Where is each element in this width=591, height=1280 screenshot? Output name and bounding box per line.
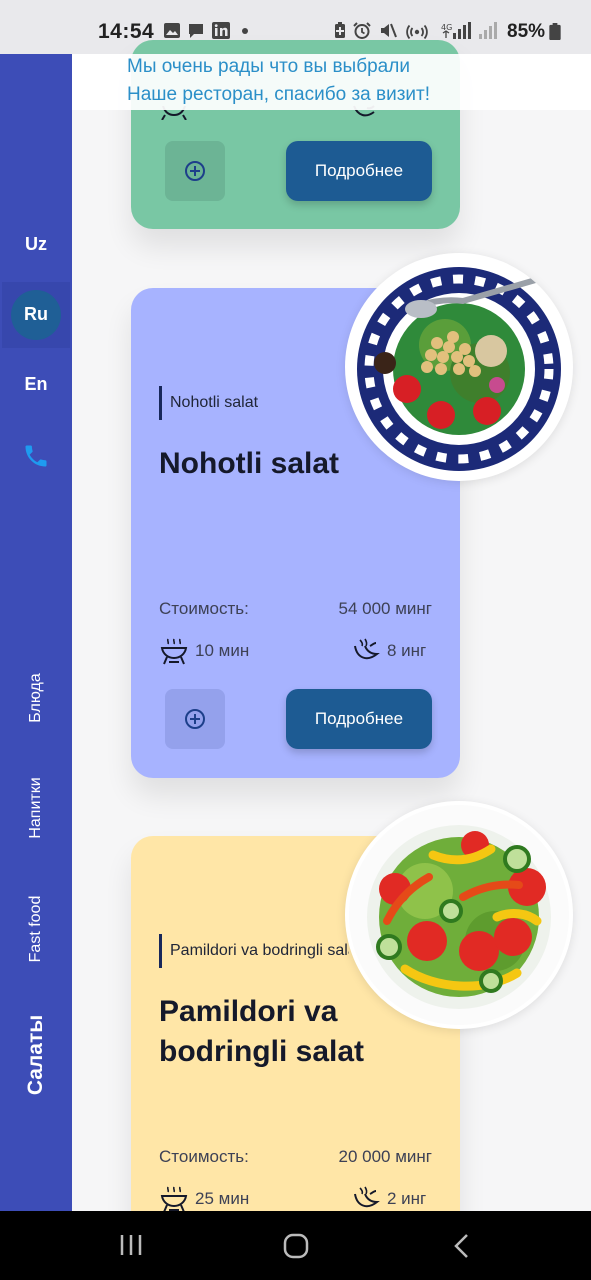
sidebar: Uz Ru En Блюда Напитки Fast food Салаты bbox=[0, 54, 72, 1211]
category-dishes[interactable]: Блюда bbox=[27, 673, 45, 723]
svg-text:4G: 4G bbox=[441, 23, 452, 32]
back-icon[interactable] bbox=[452, 1233, 470, 1259]
language-en-button[interactable]: En bbox=[0, 374, 72, 395]
hotspot-icon bbox=[406, 24, 428, 39]
plus-circle-icon bbox=[185, 709, 205, 729]
language-ru-button[interactable]: Ru bbox=[0, 304, 72, 325]
cook-time-value: 25 мин bbox=[195, 1189, 250, 1208]
ingredients-count: 2 инг bbox=[351, 1184, 426, 1214]
alarm-icon bbox=[353, 22, 371, 39]
category-drinks[interactable]: Напитки bbox=[27, 777, 45, 838]
cook-time: 25 мин bbox=[159, 1184, 249, 1214]
grill-icon bbox=[160, 1186, 188, 1213]
chili-icon bbox=[354, 1186, 380, 1208]
cook-time-value: 10 мин bbox=[195, 641, 250, 660]
chickpea-salad-image bbox=[345, 253, 573, 481]
greeting-banner: Мы очень рады что вы выбрали Наше рестор… bbox=[72, 54, 591, 110]
details-button[interactable]: Подробнее bbox=[286, 689, 432, 749]
dot-icon bbox=[242, 28, 248, 34]
category-salads[interactable]: Салаты bbox=[24, 1015, 48, 1095]
recent-apps-icon[interactable] bbox=[118, 1233, 144, 1257]
gallery-icon bbox=[164, 23, 180, 38]
dish-tag: Pamildori va bodringli salat bbox=[159, 934, 349, 968]
battery-icon bbox=[549, 23, 561, 40]
ingredients-value: 8 инг bbox=[387, 641, 427, 660]
grill-icon bbox=[160, 638, 188, 665]
system-navigation-bar bbox=[0, 1211, 591, 1280]
price-value: 54 000 минг bbox=[338, 599, 433, 618]
message-icon bbox=[189, 24, 203, 38]
phone-icon[interactable] bbox=[22, 442, 50, 470]
signal-icon: 4G bbox=[441, 22, 497, 39]
home-icon[interactable] bbox=[283, 1233, 309, 1259]
greeting-line-2: Наше ресторан, спасибо за визит! bbox=[127, 84, 431, 105]
add-to-cart-button[interactable] bbox=[165, 689, 225, 749]
category-fast-food[interactable]: Fast food bbox=[27, 896, 45, 963]
linkedin-icon bbox=[212, 22, 230, 39]
plus-circle-icon bbox=[185, 161, 205, 181]
dish-title: Pamildori va bodringli salat bbox=[159, 995, 365, 1068]
mute-icon bbox=[381, 23, 397, 38]
chili-icon bbox=[354, 638, 380, 660]
dish-tag: Nohotli salat bbox=[159, 386, 329, 420]
language-uz-button[interactable]: Uz bbox=[0, 234, 72, 255]
tomato-cucumber-salad-image bbox=[345, 801, 573, 1029]
details-button[interactable]: Подробнее bbox=[286, 141, 432, 201]
greeting-line-1: Мы очень рады что вы выбрали bbox=[127, 56, 410, 77]
ingredients-count: 8 инг bbox=[351, 636, 426, 666]
ingredients-value: 2 инг bbox=[387, 1189, 427, 1208]
battery-percentage: 85% bbox=[507, 21, 546, 42]
price-value: 20 000 минг bbox=[338, 1147, 433, 1166]
price-label: Стоимость: bbox=[159, 599, 249, 618]
battery-saver-icon bbox=[335, 22, 345, 38]
cook-time: 10 мин bbox=[159, 636, 249, 666]
price-label: Стоимость: bbox=[159, 1147, 249, 1166]
add-to-cart-button[interactable] bbox=[165, 141, 225, 201]
